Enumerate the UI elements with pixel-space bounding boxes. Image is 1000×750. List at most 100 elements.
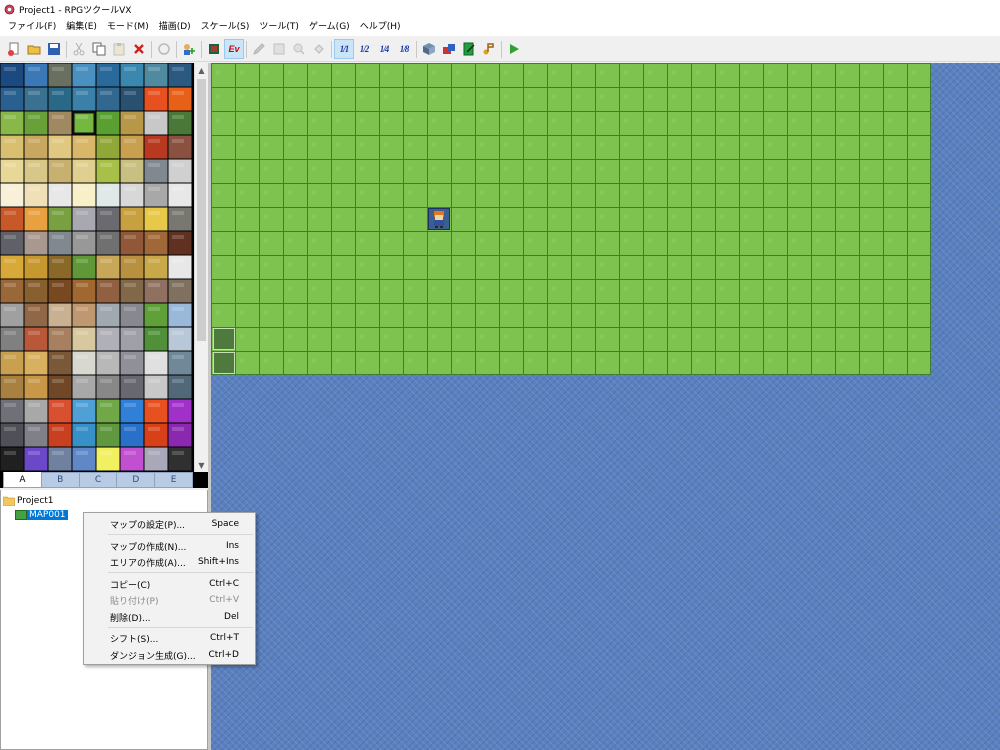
menu-scale[interactable]: スケール(S)	[196, 18, 255, 36]
palette-tile[interactable]	[48, 135, 72, 159]
palette-tile[interactable]	[24, 423, 48, 447]
palette-tile[interactable]	[168, 447, 192, 471]
palette-tile[interactable]	[144, 159, 168, 183]
sound-test-button[interactable]	[479, 39, 499, 59]
palette-tile[interactable]	[72, 183, 96, 207]
palette-tile[interactable]	[96, 399, 120, 423]
cut-button[interactable]	[69, 39, 89, 59]
palette-tile[interactable]	[48, 231, 72, 255]
palette-tile[interactable]	[48, 159, 72, 183]
palette-tile[interactable]	[168, 327, 192, 351]
palette-tile[interactable]	[120, 207, 144, 231]
palette-tile[interactable]	[168, 351, 192, 375]
palette-tile[interactable]	[24, 231, 48, 255]
palette-tile[interactable]	[168, 135, 192, 159]
scroll-up-arrow-icon[interactable]: ▲	[195, 63, 208, 77]
palette-tile[interactable]	[96, 111, 120, 135]
map-grass-area[interactable]	[211, 63, 931, 375]
palette-tile[interactable]	[24, 183, 48, 207]
palette-tile[interactable]	[0, 255, 24, 279]
palette-tile[interactable]	[48, 279, 72, 303]
palette-tile[interactable]	[48, 423, 72, 447]
palette-tile[interactable]	[48, 87, 72, 111]
palette-tile[interactable]	[120, 87, 144, 111]
palette-tile[interactable]	[168, 255, 192, 279]
new-project-button[interactable]	[4, 39, 24, 59]
palette-tile[interactable]	[144, 183, 168, 207]
palette-tile[interactable]	[96, 423, 120, 447]
rectangle-button[interactable]	[269, 39, 289, 59]
palette-tile[interactable]	[48, 183, 72, 207]
menu-item-create-area[interactable]: エリアの作成(A)... Shift+Ins	[86, 554, 253, 570]
scroll-thumb[interactable]	[197, 79, 206, 341]
palette-tile[interactable]	[120, 63, 144, 87]
palette-tile[interactable]	[24, 327, 48, 351]
palette-tile[interactable]	[0, 375, 24, 399]
palette-tile[interactable]	[96, 183, 120, 207]
tab-d[interactable]: D	[116, 472, 156, 488]
menu-file[interactable]: ファイル(F)	[3, 18, 61, 36]
palette-tile[interactable]	[96, 375, 120, 399]
palette-tile[interactable]	[144, 135, 168, 159]
palette-tile[interactable]	[120, 279, 144, 303]
copy-button[interactable]	[89, 39, 109, 59]
menu-item-create-map[interactable]: マップの作成(N)... Ins	[86, 538, 253, 554]
palette-tile[interactable]	[72, 63, 96, 87]
palette-tile[interactable]	[72, 375, 96, 399]
palette-tile[interactable]	[96, 63, 120, 87]
palette-tile[interactable]	[144, 447, 168, 471]
event-layer-button[interactable]: Ev	[224, 39, 244, 59]
menu-item-copy[interactable]: コピー(C) Ctrl+C	[86, 576, 253, 592]
palette-tile[interactable]	[72, 255, 96, 279]
palette-tile[interactable]	[120, 231, 144, 255]
tab-c[interactable]: C	[78, 472, 118, 488]
menu-edit[interactable]: 編集(E)	[61, 18, 102, 36]
palette-tile[interactable]	[96, 447, 120, 471]
menu-tools[interactable]: ツール(T)	[254, 18, 304, 36]
palette-tile[interactable]	[0, 87, 24, 111]
menu-game[interactable]: ゲーム(G)	[304, 18, 355, 36]
menu-item-paste[interactable]: 貼り付け(P) Ctrl+V	[86, 592, 253, 608]
palette-tile[interactable]	[24, 447, 48, 471]
palette-tile[interactable]	[48, 63, 72, 87]
palette-tile[interactable]	[24, 255, 48, 279]
palette-tile[interactable]	[144, 375, 168, 399]
palette-tile[interactable]	[72, 207, 96, 231]
palette-tile[interactable]	[96, 303, 120, 327]
palette-tile[interactable]	[72, 87, 96, 111]
palette-tile[interactable]	[0, 423, 24, 447]
character-button[interactable]	[179, 39, 199, 59]
palette-tile[interactable]	[120, 327, 144, 351]
palette-tile[interactable]	[120, 255, 144, 279]
palette-tile[interactable]	[168, 303, 192, 327]
palette-tile[interactable]	[120, 423, 144, 447]
palette-tile[interactable]	[0, 231, 24, 255]
fill-button[interactable]	[309, 39, 329, 59]
palette-tile[interactable]	[168, 231, 192, 255]
menu-item-dungeon-generate[interactable]: ダンジョン生成(G)... Ctrl+D	[86, 647, 253, 663]
material-manager-button[interactable]	[439, 39, 459, 59]
palette-tile[interactable]	[120, 447, 144, 471]
palette-tile[interactable]	[168, 63, 192, 87]
palette-tile[interactable]	[96, 231, 120, 255]
menu-item-map-settings[interactable]: マップの設定(P)... Space	[86, 516, 253, 532]
palette-tile[interactable]	[96, 351, 120, 375]
palette-tile[interactable]	[120, 159, 144, 183]
palette-tile[interactable]	[168, 183, 192, 207]
scale-1-8-button[interactable]: 1/8	[394, 39, 414, 59]
palette-tile[interactable]	[0, 207, 24, 231]
scroll-down-arrow-icon[interactable]: ▼	[195, 458, 208, 472]
palette-tile[interactable]	[72, 327, 96, 351]
palette-tile[interactable]	[24, 351, 48, 375]
palette-tile[interactable]	[24, 399, 48, 423]
palette-tile[interactable]	[120, 303, 144, 327]
tab-b[interactable]: B	[40, 472, 80, 488]
palette-tile[interactable]	[0, 279, 24, 303]
open-project-button[interactable]	[24, 39, 44, 59]
palette-tile[interactable]	[144, 399, 168, 423]
palette-tile[interactable]	[24, 375, 48, 399]
palette-tile[interactable]	[96, 327, 120, 351]
ellipse-button[interactable]	[289, 39, 309, 59]
tree-root-project[interactable]: Project1	[3, 494, 56, 507]
tab-a[interactable]: A	[3, 472, 42, 488]
